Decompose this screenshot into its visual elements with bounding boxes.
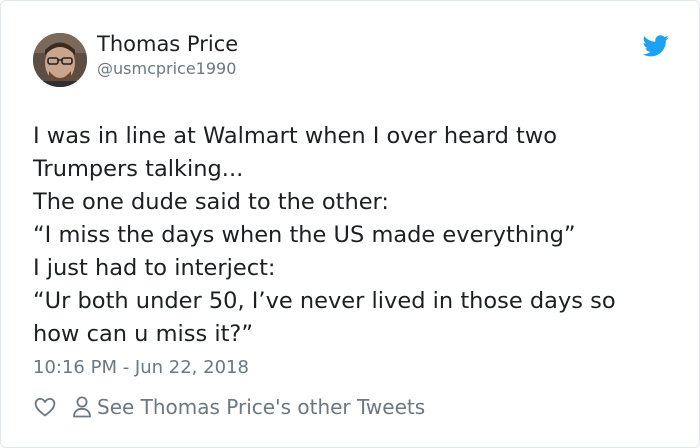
tweet-text-line: “I miss the days when the US made everyt… <box>33 222 576 248</box>
tweet-text-line: “Ur both under 50, I’ve never lived in t… <box>33 288 616 314</box>
see-other-tweets-label[interactable]: See Thomas Price's other Tweets <box>97 395 425 419</box>
heart-icon[interactable] <box>33 395 57 419</box>
twitter-bird-icon[interactable] <box>643 35 669 57</box>
author-handle[interactable]: @usmcprice1990 <box>97 59 236 78</box>
tweet-text-line: Trumpers talking... <box>33 156 244 182</box>
tweet-text-line: how can u miss it?” <box>33 321 254 347</box>
tweet-timestamp[interactable]: 10:16 PM - Jun 22, 2018 <box>33 357 249 378</box>
tweet-text-line: I was in line at Walmart when I over hea… <box>33 123 558 149</box>
tweet-card: Thomas Price @usmcprice1990 I was in lin… <box>0 0 700 448</box>
tweet-text-line: I just had to interject: <box>33 255 276 281</box>
see-other-tweets-link[interactable]: See Thomas Price's other Tweets <box>71 395 425 419</box>
tweet-text: I was in line at Walmart when I over hea… <box>33 120 673 351</box>
tweet-text-line: The one dude said to the other: <box>33 189 389 215</box>
avatar-photo <box>33 33 87 87</box>
avatar[interactable] <box>33 33 87 87</box>
author-display-name[interactable]: Thomas Price <box>97 32 238 56</box>
tweet-actions: See Thomas Price's other Tweets <box>33 392 425 422</box>
person-icon <box>73 396 91 418</box>
